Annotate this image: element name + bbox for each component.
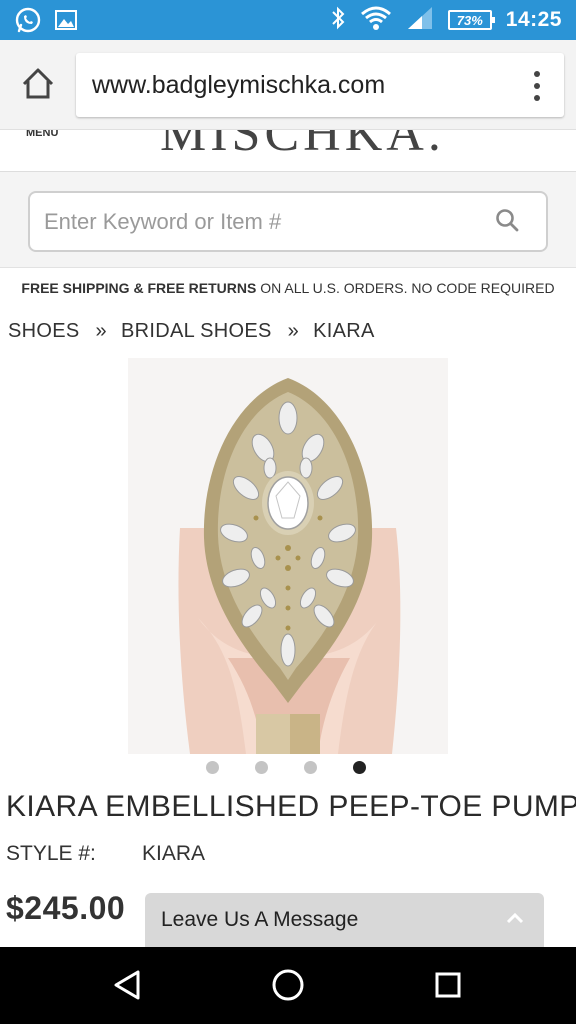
breadcrumb-item-shoes[interactable]: SHOES (8, 320, 80, 343)
site-logo[interactable]: MISCHKA. (160, 130, 445, 163)
address-bar[interactable]: www.badgleymischka.com (76, 53, 564, 117)
battery-level: 73% (456, 12, 483, 28)
breadcrumb-item-current: KIARA (313, 319, 375, 342)
whatsapp-icon (14, 6, 42, 39)
search-icon[interactable] (494, 207, 520, 233)
search-input[interactable] (44, 193, 474, 250)
breadcrumb: SHOES » BRIDAL SHOES » KIARA (8, 316, 375, 346)
recents-button[interactable] (428, 965, 468, 1005)
breadcrumb-separator: » (95, 319, 107, 342)
breadcrumb-separator: » (287, 319, 300, 342)
product-image[interactable] (128, 358, 448, 754)
style-label: STYLE #: (6, 842, 96, 865)
promo-text: ON ALL U.S. ORDERS. NO CODE REQUIRED (256, 280, 555, 296)
carousel-dot[interactable] (304, 761, 317, 774)
browser-toolbar: www.badgleymischka.com (0, 40, 576, 130)
style-value: KIARA (142, 842, 206, 865)
status-right-icons: 73% 14:25 (330, 0, 562, 40)
menu-button[interactable]: MENU (26, 130, 58, 139)
chat-label: Leave Us A Message (161, 908, 359, 931)
signal-icon (406, 5, 434, 36)
gallery-icon (54, 8, 78, 37)
site-header: MENU MISCHKA. (0, 130, 576, 172)
promo-bold-text: FREE SHIPPING & FREE RETURNS (21, 280, 257, 296)
chevron-up-icon[interactable] (506, 911, 524, 925)
back-icon (108, 970, 148, 1009)
overflow-menu-icon[interactable] (532, 71, 542, 101)
navigation-bar (0, 947, 576, 1024)
home-icon (18, 68, 58, 108)
breadcrumb-item-bridal-shoes[interactable]: BRIDAL SHOES (121, 320, 272, 343)
status-bar: 73% 14:25 (0, 0, 576, 40)
carousel-dots (206, 761, 366, 774)
status-left-icons (14, 6, 78, 39)
search-box (28, 191, 548, 252)
search-area (0, 172, 576, 268)
promo-banner: FREE SHIPPING & FREE RETURNS ON ALL U.S.… (0, 268, 576, 308)
carousel-dot[interactable] (353, 761, 366, 774)
carousel-dot[interactable] (255, 761, 268, 774)
chat-widget[interactable]: Leave Us A Message (145, 893, 544, 947)
home-nav-icon (268, 969, 308, 1009)
product-title: KIARA EMBELLISHED PEEP-TOE PUMP (6, 790, 576, 823)
clock: 14:25 (505, 8, 562, 31)
screen: 73% 14:25 www.badgleymischka.com MENU MI… (0, 0, 576, 1024)
wifi-icon (360, 5, 392, 36)
carousel-dot[interactable] (206, 761, 219, 774)
url-text: www.badgleymischka.com (92, 71, 386, 99)
home-button[interactable] (18, 64, 58, 104)
recents-icon (428, 972, 468, 1009)
battery-icon: 73% (447, 10, 495, 30)
product-price: $245.00 (6, 890, 126, 926)
bluetooth-icon (330, 5, 346, 36)
home-nav-button[interactable] (268, 965, 308, 1005)
back-button[interactable] (108, 965, 148, 1005)
